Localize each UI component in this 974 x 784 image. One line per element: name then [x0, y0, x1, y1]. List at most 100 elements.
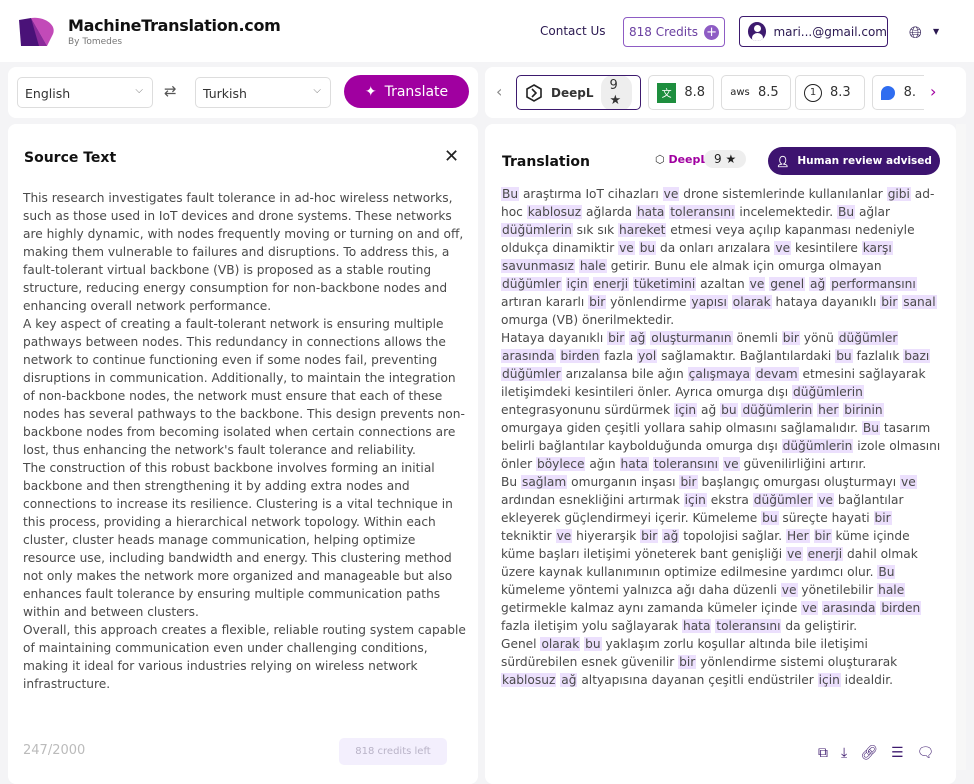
highlighted-word[interactable]: sağlam: [520, 475, 568, 489]
download-icon[interactable]: ⤓: [841, 745, 847, 761]
caret-down-icon[interactable]: ▼: [933, 27, 939, 36]
chevron-right-icon[interactable]: ›: [930, 82, 936, 101]
highlighted-word[interactable]: her: [817, 403, 840, 417]
highlighted-word[interactable]: bu: [761, 511, 779, 525]
highlighted-word[interactable]: için: [565, 277, 589, 291]
highlighted-word[interactable]: ve: [555, 529, 573, 543]
highlighted-word[interactable]: Bu: [837, 205, 856, 219]
target-language-select[interactable]: Turkish ⌵: [195, 77, 331, 108]
highlighted-word[interactable]: kablosuz: [501, 673, 557, 687]
highlighted-word[interactable]: ağ: [629, 331, 647, 345]
chevron-left-icon[interactable]: ‹: [496, 82, 502, 101]
highlighted-word[interactable]: sanal: [902, 295, 937, 309]
engine-aws[interactable]: aws 8.5: [721, 75, 791, 110]
highlighted-word[interactable]: düğümlerin: [501, 223, 573, 237]
contact-us-link[interactable]: Contact Us: [540, 24, 606, 38]
feedback-icon[interactable]: 🗨︎: [917, 745, 935, 761]
highlighted-word[interactable]: düğümler: [501, 277, 562, 291]
highlighted-word[interactable]: Bu: [877, 565, 896, 579]
highlighted-word[interactable]: ve: [801, 601, 818, 615]
highlighted-word[interactable]: arasında: [821, 601, 877, 615]
highlighted-word[interactable]: ve: [817, 493, 835, 507]
highlighted-word[interactable]: bir: [640, 529, 659, 543]
highlighted-word[interactable]: böylece: [535, 457, 586, 471]
account-button[interactable]: mari...@gmail.com: [739, 16, 888, 47]
highlighted-word[interactable]: hareket: [618, 223, 667, 237]
engine-other[interactable]: 8.: [872, 75, 924, 110]
highlighted-word[interactable]: düğümler: [837, 331, 899, 345]
human-review-button[interactable]: 👤︎ Human review advised: [768, 147, 940, 175]
highlighted-word[interactable]: savunmasız: [501, 259, 575, 273]
highlighted-word[interactable]: toleransını: [715, 619, 782, 633]
highlighted-word[interactable]: ve: [899, 475, 917, 489]
highlighted-word[interactable]: ve: [748, 277, 766, 291]
highlighted-word[interactable]: ve: [662, 187, 680, 201]
highlighted-word[interactable]: oluşturmanın: [650, 331, 733, 345]
highlighted-word[interactable]: bu: [835, 349, 853, 363]
highlighted-word[interactable]: düğümlerin: [792, 385, 864, 399]
highlighted-word[interactable]: enerji: [806, 547, 844, 561]
highlighted-word[interactable]: ve: [774, 241, 792, 255]
highlighted-word[interactable]: bir: [880, 295, 899, 309]
source-language-select[interactable]: English ⌵: [17, 77, 153, 108]
highlighted-word[interactable]: çalışmaya: [687, 367, 751, 381]
highlighted-word[interactable]: birinin: [843, 403, 884, 417]
highlighted-word[interactable]: ve: [786, 547, 803, 561]
highlighted-word[interactable]: arasında: [501, 349, 556, 363]
credits-button[interactable]: 818 Credits +: [623, 17, 725, 47]
highlighted-word[interactable]: birden: [880, 601, 922, 615]
highlighted-word[interactable]: ağ: [662, 529, 680, 543]
swap-languages-icon[interactable]: ⇄: [164, 82, 177, 100]
link-icon[interactable]: 🔗︎: [860, 745, 878, 761]
highlighted-word[interactable]: bu: [638, 241, 657, 255]
highlighted-word[interactable]: olarak: [540, 637, 581, 651]
highlighted-word[interactable]: toleransını: [669, 205, 736, 219]
highlighted-word[interactable]: bir: [781, 331, 800, 345]
highlighted-word[interactable]: devam: [754, 367, 799, 381]
highlighted-word[interactable]: Bu: [501, 187, 520, 201]
highlighted-word[interactable]: düğümlerin: [781, 439, 854, 453]
highlighted-word[interactable]: için: [683, 493, 707, 507]
highlighted-word[interactable]: hata: [619, 457, 649, 471]
copy-icon[interactable]: ⧉: [818, 745, 828, 761]
highlighted-word[interactable]: kablosuz: [526, 205, 583, 219]
highlighted-word[interactable]: Bu: [861, 421, 881, 435]
highlighted-word[interactable]: bu: [584, 637, 602, 651]
highlighted-word[interactable]: ve: [780, 583, 798, 597]
highlighted-word[interactable]: hale: [578, 259, 607, 273]
highlighted-word[interactable]: bir: [588, 295, 607, 309]
highlighted-word[interactable]: enerji: [592, 277, 630, 291]
close-icon[interactable]: ✕: [444, 146, 459, 167]
globe-icon[interactable]: 🌐︎: [909, 23, 922, 43]
highlighted-word[interactable]: yapısı: [690, 295, 728, 309]
highlighted-word[interactable]: performansını: [830, 277, 917, 291]
highlighted-word[interactable]: gibi: [886, 187, 911, 201]
highlighted-word[interactable]: bir: [813, 529, 832, 543]
highlighted-word[interactable]: bir: [873, 511, 892, 525]
highlighted-word[interactable]: düğümler: [501, 367, 562, 381]
highlighted-word[interactable]: bir: [679, 475, 698, 489]
engine-google[interactable]: 文 8.8: [648, 75, 714, 110]
highlighted-word[interactable]: toleransını: [652, 457, 720, 471]
highlighted-word[interactable]: birden: [559, 349, 601, 363]
highlighted-word[interactable]: tüketimini: [633, 277, 697, 291]
compare-icon[interactable]: ☰: [891, 745, 904, 761]
highlighted-word[interactable]: genel: [769, 277, 806, 291]
scrollbar[interactable]: [956, 124, 966, 770]
highlighted-word[interactable]: için: [673, 403, 698, 417]
highlighted-word[interactable]: ve: [618, 241, 635, 255]
highlighted-word[interactable]: bir: [607, 331, 626, 345]
highlighted-word[interactable]: Her: [785, 529, 810, 543]
highlighted-word[interactable]: için: [817, 673, 841, 687]
highlighted-word[interactable]: ağ: [808, 277, 827, 291]
highlighted-word[interactable]: bir: [678, 655, 697, 669]
highlighted-word[interactable]: karşı: [861, 241, 893, 255]
highlighted-word[interactable]: ağ: [560, 673, 578, 687]
highlighted-word[interactable]: hata: [635, 205, 666, 219]
highlighted-word[interactable]: düğümlerin: [741, 403, 814, 417]
engine-deepl[interactable]: DeepL 9 ★: [516, 75, 641, 110]
highlighted-word[interactable]: yol: [637, 349, 658, 363]
engine-modernmt[interactable]: 1 8.3: [795, 75, 865, 110]
highlighted-word[interactable]: bazı: [903, 349, 931, 363]
highlighted-word[interactable]: bu: [720, 403, 738, 417]
